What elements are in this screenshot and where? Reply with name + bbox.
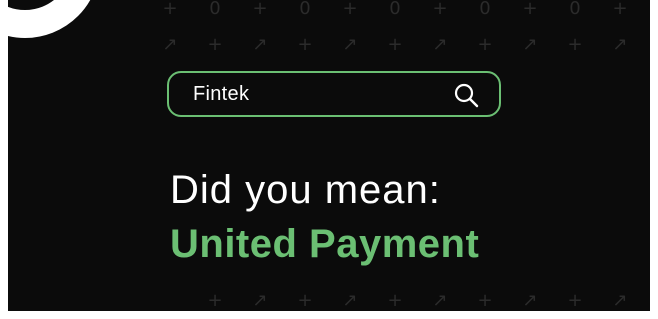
- plus-glyph: +: [297, 34, 312, 55]
- plus-glyph: +: [432, 0, 447, 19]
- link-glyph: ↗: [432, 34, 447, 55]
- plus-glyph: +: [567, 34, 582, 55]
- zero-glyph: 0: [389, 0, 400, 19]
- zero-glyph: 0: [479, 0, 490, 19]
- plus-glyph: +: [207, 290, 222, 311]
- plus-glyph: +: [567, 290, 582, 311]
- link-glyph: ↗: [432, 290, 447, 311]
- zero-glyph: 0: [209, 0, 220, 19]
- link-glyph: ↗: [342, 290, 357, 311]
- plus-glyph: +: [477, 290, 492, 311]
- plus-glyph: +: [342, 0, 357, 19]
- banner-frame: +0 +0 +0 +0 +0 + ↗ + ↗ + ↗ + ↗ + ↗ + ↗ + ↗ + ↗ + ↗ + ↗ + ↗ Fintek …: [0, 0, 658, 319]
- plus-glyph: +: [252, 0, 267, 19]
- search-input[interactable]: Fintek: [193, 73, 249, 115]
- plus-glyph: +: [297, 290, 312, 311]
- link-glyph: ↗: [252, 290, 267, 311]
- link-glyph: ↗: [612, 34, 627, 55]
- link-glyph: ↗: [342, 34, 357, 55]
- link-glyph: ↗: [522, 290, 537, 311]
- link-glyph: ↗: [522, 34, 537, 55]
- plus-glyph: +: [612, 0, 627, 19]
- zero-glyph: 0: [299, 0, 310, 19]
- plus-glyph: +: [522, 0, 537, 19]
- did-you-mean-label: Did you mean:: [170, 168, 441, 212]
- plus-glyph: +: [387, 34, 402, 55]
- link-glyph: ↗: [252, 34, 267, 55]
- search-icon[interactable]: [453, 82, 479, 108]
- plus-glyph: +: [387, 290, 402, 311]
- suggestion-link[interactable]: United Payment: [170, 222, 479, 267]
- zero-glyph: 0: [569, 0, 580, 19]
- plus-glyph: +: [477, 34, 492, 55]
- link-glyph: ↗: [612, 290, 627, 311]
- plus-glyph: +: [162, 0, 177, 19]
- search-box[interactable]: Fintek: [167, 71, 501, 117]
- banner-panel: +0 +0 +0 +0 +0 + ↗ + ↗ + ↗ + ↗ + ↗ + ↗ + ↗ + ↗ + ↗ + ↗ + ↗ Fintek …: [8, 0, 650, 311]
- plus-glyph: +: [207, 34, 222, 55]
- link-glyph: ↗: [162, 34, 177, 55]
